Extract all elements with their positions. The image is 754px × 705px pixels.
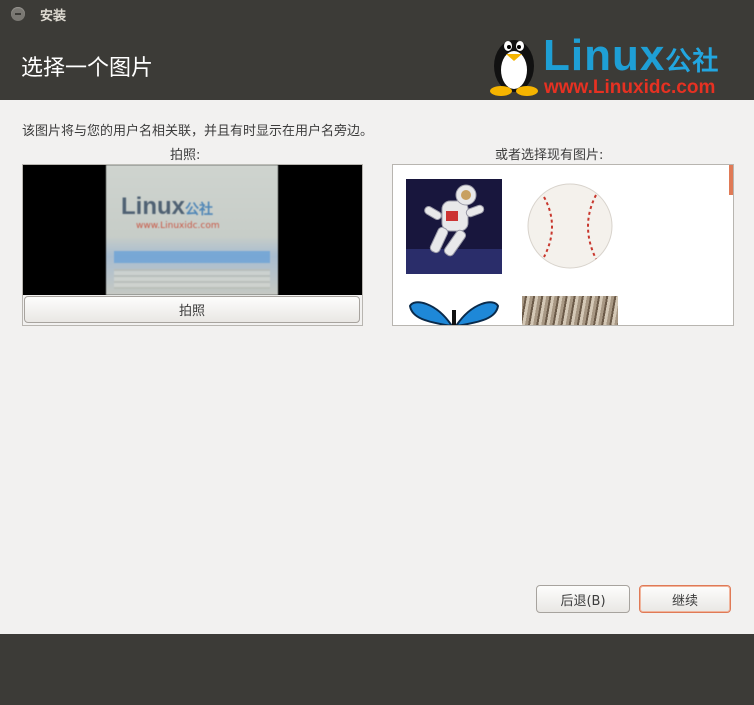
back-button[interactable]: 后退(B) — [536, 585, 630, 613]
page-title: 选择一个图片 — [21, 56, 154, 81]
close-icon[interactable] — [11, 7, 25, 21]
logo-url: www.Linuxidc.com — [544, 77, 716, 98]
gallery-label: 或者选择现有图片: — [495, 148, 604, 163]
image-gallery[interactable] — [392, 164, 734, 326]
camera-label: 拍照: — [170, 148, 201, 163]
bottom-bar — [0, 634, 754, 705]
camera-panel: Linux公社 www.Linuxidc.com 拍照 — [22, 164, 363, 326]
description-text: 该图片将与您的用户名相关联，并且有时显示在用户名旁边。 — [22, 124, 374, 139]
fur-image[interactable] — [522, 296, 618, 325]
butterfly-image[interactable] — [406, 296, 502, 325]
title-bar: 安装 — [0, 0, 754, 28]
webcam-image: Linux公社 www.Linuxidc.com — [106, 165, 278, 295]
astronaut-image[interactable] — [406, 179, 502, 274]
logo-wordmark: Linux — [543, 31, 666, 80]
gallery-scrollbar[interactable] — [729, 165, 733, 195]
tux-penguin-icon — [490, 40, 538, 96]
camera-preview: Linux公社 www.Linuxidc.com — [23, 165, 362, 295]
preview-url: www.Linuxidc.com — [136, 221, 220, 231]
linuxidc-logo: Linux公社 www.Linuxidc.com — [486, 30, 748, 100]
window-title: 安装 — [40, 9, 67, 24]
continue-button[interactable]: 继续 — [639, 585, 731, 613]
take-photo-button[interactable]: 拍照 — [24, 296, 360, 323]
logo-wordmark-suffix: 公社 — [665, 46, 720, 76]
preview-brand-suffix: 公社 — [185, 201, 213, 217]
baseball-image[interactable] — [522, 179, 618, 274]
preview-brand: Linux — [121, 193, 185, 220]
page-header: 选择一个图片 Linux公社 www.Linuxidc.com — [0, 28, 754, 100]
